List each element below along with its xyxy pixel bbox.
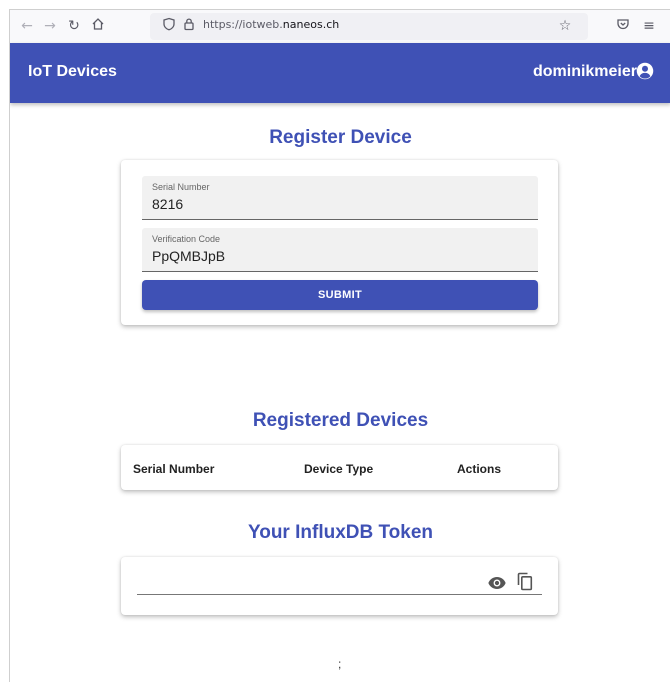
devices-table: Serial Number Device Type Actions bbox=[121, 445, 558, 490]
serial-number-label: Serial Number bbox=[152, 182, 210, 192]
app-header: IoT Devices dominikmeier bbox=[10, 43, 670, 103]
browser-window: ← → ↻ https://iotweb.naneos.ch ☆ ≡ IoT D… bbox=[9, 9, 670, 682]
verification-code-label: Verification Code bbox=[152, 234, 221, 244]
account-circle-icon[interactable] bbox=[636, 62, 654, 80]
footer-text: ; bbox=[338, 657, 342, 671]
token-input-underline bbox=[137, 594, 542, 595]
back-icon[interactable]: ← bbox=[18, 17, 36, 35]
username[interactable]: dominikmeier bbox=[533, 63, 637, 81]
column-header-actions[interactable]: Actions bbox=[457, 462, 501, 476]
app-title[interactable]: IoT Devices bbox=[28, 63, 117, 81]
lock-icon[interactable] bbox=[180, 17, 198, 35]
copy-icon[interactable] bbox=[517, 572, 533, 591]
serial-number-input[interactable] bbox=[152, 196, 522, 212]
reload-icon[interactable]: ↻ bbox=[65, 17, 83, 35]
browser-toolbar: ← → ↻ https://iotweb.naneos.ch ☆ ≡ bbox=[10, 10, 670, 43]
bookmark-star-icon[interactable]: ☆ bbox=[556, 17, 574, 35]
forward-icon[interactable]: → bbox=[41, 17, 59, 35]
register-heading: Register Device bbox=[269, 127, 412, 148]
influxdb-token-heading: Your InfluxDB Token bbox=[247, 522, 434, 543]
submit-button[interactable]: SUBMIT bbox=[142, 280, 538, 310]
serial-number-field[interactable]: Serial Number bbox=[142, 176, 538, 220]
url-text[interactable]: https://iotweb.naneos.ch bbox=[203, 18, 339, 31]
column-header-device-type[interactable]: Device Type bbox=[304, 462, 373, 476]
token-card bbox=[121, 557, 558, 615]
pocket-icon[interactable] bbox=[614, 17, 632, 35]
registered-devices-heading: Registered Devices bbox=[252, 410, 429, 431]
visibility-eye-icon[interactable] bbox=[488, 576, 506, 590]
column-header-serial-number[interactable]: Serial Number bbox=[133, 462, 214, 476]
verification-code-input[interactable] bbox=[152, 248, 522, 264]
verification-code-field[interactable]: Verification Code bbox=[142, 228, 538, 272]
home-icon[interactable] bbox=[89, 17, 107, 35]
register-card: Serial Number Verification Code SUBMIT bbox=[121, 160, 558, 325]
tracking-shield-icon[interactable] bbox=[160, 17, 178, 35]
menu-icon[interactable]: ≡ bbox=[640, 17, 658, 35]
